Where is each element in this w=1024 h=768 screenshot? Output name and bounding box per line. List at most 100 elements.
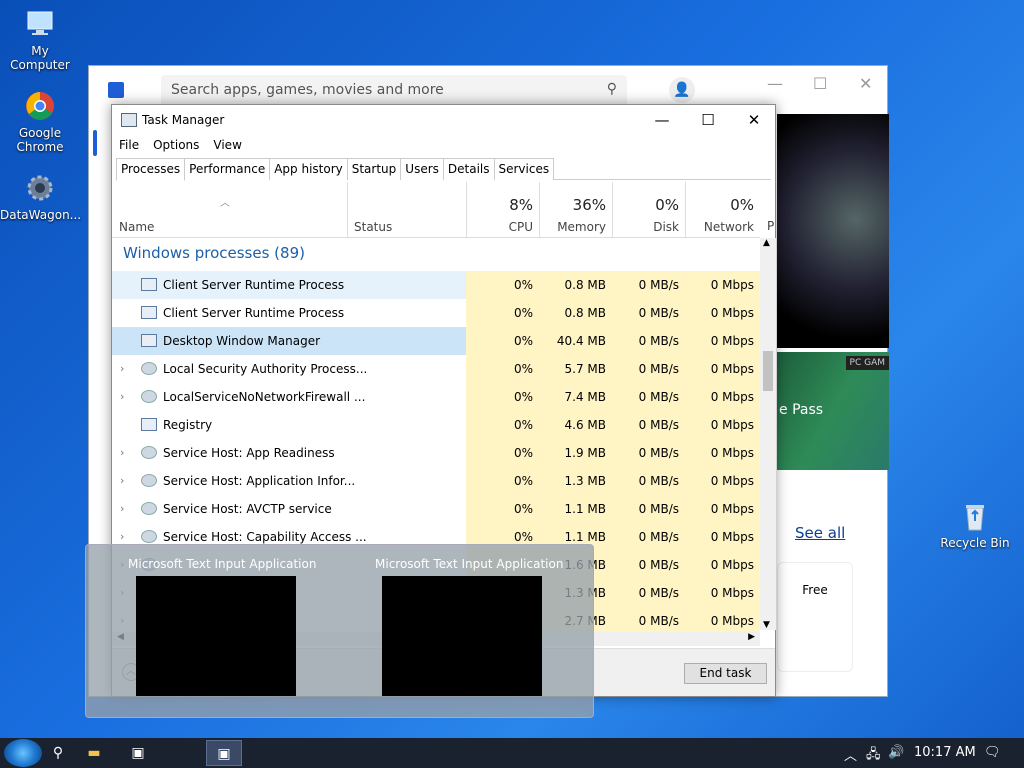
tab-details[interactable]: Details: [442, 158, 495, 180]
cell-disk: 0 MB/s: [638, 362, 679, 376]
notification-icon[interactable]: 🗨: [984, 745, 1001, 760]
start-button[interactable]: [4, 739, 42, 767]
expand-chevron-icon[interactable]: ›: [120, 530, 124, 543]
table-row[interactable]: › Service Host: Application Infor... 0% 1.3…: [112, 467, 760, 495]
column-network[interactable]: 0% Network: [685, 182, 760, 238]
table-row[interactable]: Desktop Window Manager 0% 40.4 MB 0 MB/s 0 M…: [112, 327, 760, 355]
desktop-icon-label: My Computer: [10, 44, 70, 72]
tab-performance[interactable]: Performance: [184, 158, 271, 180]
cell-cpu: 0%: [513, 306, 533, 320]
cell-cpu: 0%: [513, 278, 533, 292]
search-icon[interactable]: ⚲: [40, 740, 76, 766]
tab-startup[interactable]: Startup: [346, 158, 402, 180]
vertical-scrollbar[interactable]: ▲ ▼: [760, 238, 776, 630]
see-all-link[interactable]: See all: [795, 524, 845, 542]
group-header[interactable]: Windows processes (89): [123, 244, 305, 262]
service-gear-icon: [141, 502, 157, 515]
memory-percent: 36%: [572, 196, 606, 214]
search-placeholder: Search apps, games, movies and more: [171, 82, 444, 98]
app-card[interactable]: Free: [777, 562, 853, 672]
scroll-up-icon[interactable]: ▲: [763, 238, 770, 248]
table-row[interactable]: Client Server Runtime Process 0% 0.8 MB 0 M…: [112, 299, 760, 327]
table-row[interactable]: Registry 0% 4.6 MB 0 MB/s 0 Mbps: [112, 411, 760, 439]
taskbar-thumbnail-preview: Microsoft Text Input Application Microso…: [85, 544, 594, 718]
expand-chevron-icon[interactable]: ›: [120, 362, 124, 375]
maximize-icon[interactable]: ☐: [813, 74, 827, 93]
column-name[interactable]: Name: [112, 182, 347, 238]
store-search-input[interactable]: Search apps, games, movies and more ⚲: [161, 75, 627, 107]
service-gear-icon: [141, 362, 157, 375]
scroll-right-icon[interactable]: ▶: [748, 632, 755, 642]
menu-view[interactable]: View: [206, 136, 248, 154]
end-task-button[interactable]: End task: [684, 663, 767, 684]
table-row[interactable]: › LocalServiceNoNetworkFirewall ... 0% 7.4 …: [112, 383, 760, 411]
thumbnail-window[interactable]: [136, 576, 296, 696]
task-manager-taskbar-icon[interactable]: ▣: [120, 740, 156, 766]
cell-mem: 1.1 MB: [564, 530, 606, 544]
file-explorer-icon[interactable]: ▬: [76, 740, 112, 766]
platform-badge: PC GAM: [845, 356, 889, 370]
table-row[interactable]: › Service Host: AVCTP service 0% 1.1 MB 0 MB…: [112, 495, 760, 523]
scroll-down-icon[interactable]: ▼: [763, 620, 770, 630]
minimize-icon[interactable]: —: [767, 74, 783, 93]
process-name: Service Host: Capability Access ...: [163, 530, 367, 544]
cell-disk: 0 MB/s: [638, 278, 679, 292]
desktop-icon-datawagon[interactable]: DataWagon...: [0, 172, 81, 222]
close-button[interactable]: ✕: [731, 109, 777, 131]
desktop-icon-recycle-bin[interactable]: Recycle Bin: [935, 500, 1015, 550]
maximize-button[interactable]: ☐: [685, 109, 731, 131]
search-icon[interactable]: ⚲: [607, 81, 617, 97]
show-hidden-icons-chevron-icon[interactable]: ︿: [844, 745, 857, 764]
cell-mem: 0.8 MB: [564, 306, 606, 320]
tab-users[interactable]: Users: [400, 158, 444, 180]
price-label: Free: [802, 583, 828, 597]
thumbnail-title[interactable]: Microsoft Text Input Application: [128, 557, 316, 571]
account-icon[interactable]: 👤: [669, 77, 695, 103]
thumbnail-window[interactable]: [382, 576, 542, 696]
service-gear-icon: [141, 530, 157, 543]
cell-disk: 0 MB/s: [638, 558, 679, 572]
column-status[interactable]: Status: [347, 182, 466, 238]
process-icon: [141, 306, 157, 319]
column-memory[interactable]: 36% Memory: [539, 182, 612, 238]
hero-banner-image[interactable]: [777, 114, 889, 348]
cell-mem: 4.6 MB: [564, 418, 606, 432]
task-manager-icon: [121, 113, 137, 127]
scroll-thumb[interactable]: [763, 351, 773, 391]
cell-mem: 5.7 MB: [564, 362, 606, 376]
table-row[interactable]: Client Server Runtime Process 0% 0.8 MB 0 M…: [112, 271, 760, 299]
clock[interactable]: 10:17 AM: [914, 745, 976, 760]
volume-icon[interactable]: 🔊: [888, 745, 904, 760]
column-cpu[interactable]: 8% CPU: [466, 182, 539, 238]
close-icon[interactable]: ✕: [859, 74, 872, 93]
cell-disk: 0 MB/s: [638, 390, 679, 404]
minimize-button[interactable]: —: [639, 109, 685, 131]
menu-options[interactable]: Options: [146, 136, 206, 154]
column-status-label: Status: [354, 220, 393, 234]
table-row[interactable]: › Local Security Authority Process... 0% 5.…: [112, 355, 760, 383]
cell-cpu: 0%: [513, 474, 533, 488]
desktop-icon-google-chrome[interactable]: Google Chrome: [0, 90, 80, 154]
game-pass-banner[interactable]: PC GAM e Pass: [777, 352, 889, 470]
thumbnail-title[interactable]: Microsoft Text Input Application: [375, 557, 563, 571]
service-gear-icon: [141, 390, 157, 403]
expand-chevron-icon[interactable]: ›: [120, 502, 124, 515]
expand-chevron-icon[interactable]: ›: [120, 390, 124, 403]
column-disk[interactable]: 0% Disk: [612, 182, 685, 238]
cell-net: 0 Mbps: [710, 446, 754, 460]
expand-chevron-icon[interactable]: ›: [120, 474, 124, 487]
chrome-icon: [26, 92, 54, 120]
tab-services[interactable]: Services: [493, 158, 555, 180]
tab-processes[interactable]: Processes: [116, 158, 186, 181]
column-name-label: Name: [119, 220, 155, 234]
menu-file[interactable]: File: [112, 136, 146, 154]
cell-disk: 0 MB/s: [638, 334, 679, 348]
text-input-app-taskbar-icon[interactable]: ▣: [206, 740, 242, 766]
expand-chevron-icon[interactable]: ›: [120, 446, 124, 459]
desktop-icon-my-computer[interactable]: My Computer: [0, 8, 80, 72]
network-icon[interactable]: 🖧: [866, 745, 881, 767]
cell-mem: 7.4 MB: [564, 390, 606, 404]
cell-net: 0 Mbps: [710, 390, 754, 404]
tab-app-history[interactable]: App history: [269, 158, 348, 180]
table-row[interactable]: › Service Host: App Readiness 0% 1.9 MB 0 MB…: [112, 439, 760, 467]
